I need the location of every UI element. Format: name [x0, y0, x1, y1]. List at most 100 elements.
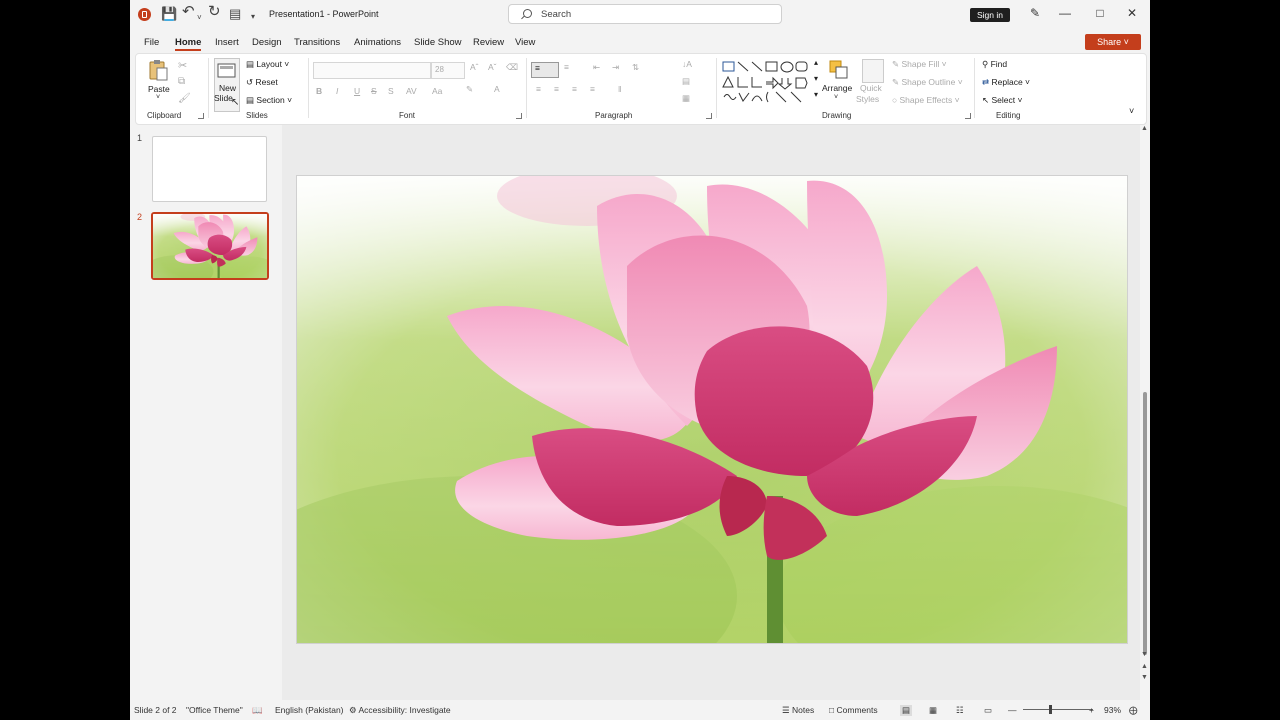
- increase-font-icon[interactable]: Aˆ: [470, 62, 479, 72]
- shapes-scroll-down-icon[interactable]: ▾: [814, 74, 818, 83]
- scroll-down-icon[interactable]: ▼: [1141, 651, 1148, 658]
- tab-file[interactable]: File: [144, 37, 159, 48]
- align-right-icon[interactable]: ≡: [572, 84, 577, 94]
- highlight-icon[interactable]: ✎: [466, 84, 473, 95]
- clipboard-launcher-icon[interactable]: [198, 113, 204, 119]
- tab-slide-show[interactable]: Slide Show: [414, 37, 462, 48]
- bold-button[interactable]: B: [316, 86, 322, 96]
- zoom-level[interactable]: 93%: [1104, 705, 1121, 715]
- paste-icon[interactable]: [148, 59, 168, 81]
- maximize-button[interactable]: □: [1085, 6, 1115, 20]
- lotus-flower-image[interactable]: [297, 176, 1127, 643]
- slide-thumbnail-1[interactable]: [152, 136, 267, 202]
- current-slide[interactable]: [296, 175, 1128, 644]
- vertical-scrollbar[interactable]: ▲ ▼ ▲ ▼: [1140, 125, 1150, 700]
- line-spacing-icon[interactable]: ⇅: [632, 62, 639, 73]
- arrange-button[interactable]: Arrange: [822, 83, 852, 93]
- reset-button[interactable]: ↺ Reset: [246, 77, 278, 88]
- undo-icon[interactable]: ↶: [182, 4, 195, 20]
- copy-icon[interactable]: ⧉: [178, 76, 185, 87]
- decrease-indent-icon[interactable]: ⇤: [593, 62, 600, 73]
- change-case-icon[interactable]: Aa: [432, 86, 442, 96]
- zoom-out-button[interactable]: —: [1008, 705, 1017, 715]
- decrease-font-icon[interactable]: Aˇ: [488, 62, 497, 72]
- smartart-icon[interactable]: ▦: [682, 93, 690, 104]
- quick-styles-label-2[interactable]: Styles: [856, 94, 879, 104]
- select-button[interactable]: ↖ Select ˅: [982, 95, 1022, 106]
- paste-button[interactable]: Paste: [148, 84, 170, 94]
- layout-button[interactable]: ▤ Layout ˅: [246, 59, 289, 70]
- italic-button[interactable]: I: [336, 86, 338, 96]
- minimize-button[interactable]: —: [1050, 6, 1080, 20]
- zoom-in-button[interactable]: +: [1089, 705, 1094, 715]
- tab-design[interactable]: Design: [252, 37, 282, 48]
- tab-transitions[interactable]: Transitions: [294, 37, 340, 48]
- zoom-slider[interactable]: [1023, 705, 1093, 714]
- columns-icon[interactable]: ‖: [618, 84, 622, 94]
- strikethrough-button[interactable]: S: [371, 86, 377, 96]
- share-button[interactable]: Share ˅: [1085, 34, 1141, 50]
- tab-insert[interactable]: Insert: [215, 37, 239, 48]
- sign-in-button[interactable]: Sign in: [970, 8, 1010, 22]
- arrange-icon[interactable]: [829, 60, 849, 80]
- fit-to-window-icon[interactable]: ⨁: [1129, 705, 1138, 716]
- shapes-scroll-up-icon[interactable]: ▴: [814, 58, 818, 67]
- spelling-icon[interactable]: 📖: [252, 705, 263, 716]
- paste-dropdown-icon[interactable]: ˅: [156, 94, 160, 101]
- align-center-icon[interactable]: ≡: [554, 84, 559, 94]
- justify-icon[interactable]: ≡: [590, 84, 595, 94]
- notes-button[interactable]: ☰ Notes: [782, 705, 814, 716]
- tab-view[interactable]: View: [515, 37, 535, 48]
- bullets-button[interactable]: ≡: [531, 62, 559, 78]
- arrange-dropdown-icon[interactable]: ˅: [834, 94, 838, 101]
- text-direction-icon[interactable]: ↓A: [682, 59, 692, 69]
- tab-home[interactable]: Home: [175, 37, 201, 48]
- character-spacing-icon[interactable]: AV: [406, 86, 417, 96]
- replace-button[interactable]: ⇄ Replace ˅: [982, 77, 1030, 88]
- shape-effects-button[interactable]: ○ Shape Effects ˅: [892, 95, 960, 105]
- clear-format-icon[interactable]: ⌫: [506, 62, 518, 73]
- slide-sorter-icon[interactable]: ▦: [929, 705, 937, 716]
- pen-icon[interactable]: ✎: [1020, 6, 1050, 20]
- present-icon[interactable]: ▤: [229, 6, 241, 22]
- customize-toolbar-icon[interactable]: ▾: [251, 9, 255, 25]
- underline-button[interactable]: U: [354, 86, 360, 96]
- shapes-gallery[interactable]: [721, 59, 813, 107]
- cut-icon[interactable]: ✂: [178, 59, 187, 72]
- increase-indent-icon[interactable]: ⇥: [612, 62, 619, 73]
- paragraph-launcher-icon[interactable]: [706, 113, 712, 119]
- shape-outline-button[interactable]: ✎ Shape Outline ˅: [892, 77, 963, 88]
- scroll-up-icon[interactable]: ▲: [1141, 125, 1148, 132]
- save-icon[interactable]: 💾: [161, 6, 177, 22]
- font-name-field[interactable]: [313, 62, 431, 79]
- redo-icon[interactable]: ↻: [208, 4, 221, 20]
- find-button[interactable]: ⚲ Find: [982, 59, 1007, 70]
- slide-thumbnail-2[interactable]: [151, 212, 269, 280]
- font-launcher-icon[interactable]: [516, 113, 522, 119]
- format-painter-icon[interactable]: 🖌: [178, 93, 191, 104]
- section-button[interactable]: ▤ Section ˅: [246, 95, 292, 106]
- collapse-ribbon-icon[interactable]: ˅: [1129, 106, 1134, 116]
- text-shadow-icon[interactable]: S: [388, 86, 394, 96]
- align-left-icon[interactable]: ≡: [536, 84, 541, 94]
- scrollbar-thumb[interactable]: [1143, 392, 1147, 655]
- undo-dropdown-icon[interactable]: ˅: [197, 10, 202, 26]
- align-text-icon[interactable]: ▤: [682, 76, 690, 87]
- tab-animations[interactable]: Animations: [354, 37, 401, 48]
- shape-fill-button[interactable]: ✎ Shape Fill ˅: [892, 59, 947, 70]
- next-slide-icon[interactable]: ▼: [1141, 674, 1148, 681]
- previous-slide-icon[interactable]: ▲: [1141, 663, 1148, 670]
- language-indicator[interactable]: English (Pakistan): [275, 705, 344, 715]
- zoom-slider-thumb[interactable]: [1049, 705, 1052, 714]
- reading-view-icon[interactable]: ☷: [956, 705, 964, 716]
- drawing-launcher-icon[interactable]: [965, 113, 971, 119]
- slide-show-icon[interactable]: ▭: [984, 705, 992, 716]
- search-box[interactable]: Search: [508, 4, 782, 24]
- quick-styles-icon[interactable]: [862, 59, 884, 83]
- comments-button[interactable]: □ Comments: [829, 705, 878, 715]
- close-button[interactable]: ✕: [1117, 6, 1147, 20]
- quick-styles-label-1[interactable]: Quick: [860, 83, 882, 93]
- font-color-icon[interactable]: A: [494, 84, 500, 94]
- font-size-field[interactable]: 28: [431, 62, 465, 79]
- shapes-more-icon[interactable]: ▾: [814, 90, 818, 99]
